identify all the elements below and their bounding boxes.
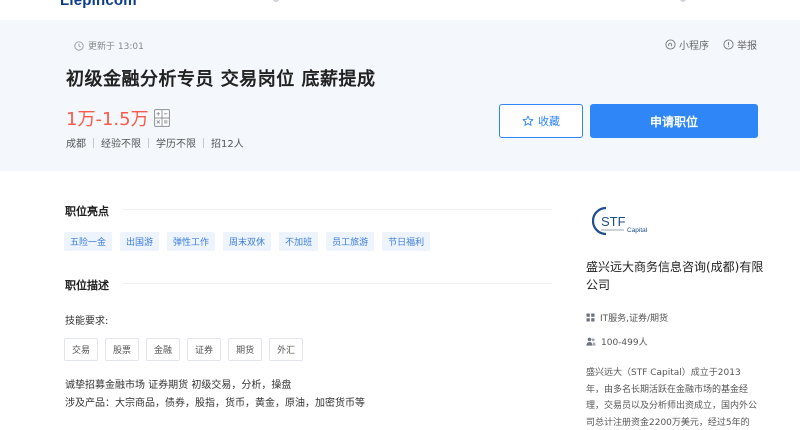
highlight-tag: 不加班 [279,232,319,251]
salary-row: 1万-1.5万 [66,105,170,131]
apply-button[interactable]: 申请职位 [590,104,758,138]
skills-label: 技能要求: [65,316,109,327]
nav-dot [680,0,686,2]
skill-tag: 外汇 [269,338,304,361]
description-title: 职位描述 [65,279,109,292]
highlight-tag: 节日福利 [382,232,431,251]
job-experience: 经验不限 [101,139,141,150]
description-line: 涉及产品：大宗商品，债券，股指，货币，黄金，原油，加密货币等 [65,398,365,409]
job-headcount: 招12人 [211,139,244,150]
site-logo[interactable]: Liepincom [60,0,176,12]
salary: 1万-1.5万 [66,109,149,130]
industry-icon [586,313,595,322]
company-logo-sub: Capital [627,227,648,234]
skill-tag: 期货 [228,338,263,361]
report-label: 举报 [737,41,757,52]
skill-tags: 交易 股票 金融 证券 期货 外汇 [64,338,304,361]
job-location: 成都 [66,139,86,150]
company-industry-text: IT服务,证券/期货 [600,314,669,324]
favorite-button[interactable]: 收藏 [499,104,583,138]
divider [203,137,204,148]
star-icon [522,115,534,126]
mini-program-label: 小程序 [679,41,709,52]
highlight-tag: 弹性工作 [167,232,216,251]
highlight-tag: 周末双休 [223,232,272,251]
highlights-title: 职位亮点 [65,205,109,218]
company-size: 100-499人 [586,335,648,348]
company-name[interactable]: 盛兴远大商务信息咨询(成都)有限公司 [586,258,766,294]
mini-program-link[interactable]: 小程序 [665,37,709,52]
report-link[interactable]: 举报 [723,37,757,52]
skill-tag: 交易 [64,338,99,361]
mini-program-icon [665,39,676,50]
nav-dot [273,0,279,2]
company-logo[interactable]: STF Capital [592,204,662,238]
company-description: 盛兴远大（STF Capital）成立于2013年，由多名长期活跃在金融市场的基… [586,368,758,428]
divider [93,137,94,148]
highlight-tag: 五险一金 [64,232,113,251]
skill-tag: 金融 [146,338,181,361]
description-line: 诚挚招募金融市场 证券期货 初级交易，分析，操盘 [65,380,292,391]
job-detail: 职位亮点 五险一金 出国游 弹性工作 周末双休 不加班 员工旅游 节日福利 职位… [0,171,800,430]
header-actions: 小程序 举报 [665,37,757,52]
clock-icon [74,40,84,51]
skill-tag: 股票 [105,338,140,361]
company-size-text: 100-499人 [601,338,648,348]
highlight-tags: 五险一金 出国游 弹性工作 周末双休 不加班 员工旅游 节日福利 [64,232,431,251]
job-education: 学历不限 [156,139,196,150]
section-divider [122,209,552,210]
favorite-label: 收藏 [538,115,560,128]
section-divider [122,283,552,284]
job-header: 更新于 13:01 小程序 举报 初级金融分析专员 交易岗位 底薪提成 1万-1… [0,20,800,171]
job-title: 初级金融分析专员 交易岗位 底薪提成 [66,69,376,90]
skill-tag: 证券 [187,338,222,361]
people-icon [586,337,596,346]
job-meta: 成都 经验不限 学历不限 招12人 [66,135,244,150]
site-logo-text: Liepincom [60,0,137,9]
company-logo-text: STF [601,214,626,229]
highlight-tag: 出国游 [120,232,160,251]
logo-dot [158,0,176,6]
calculator-icon[interactable] [153,109,170,127]
update-time-text: 更新于 13:01 [88,42,144,52]
top-bar: Liepincom [0,0,800,20]
highlight-tag: 员工旅游 [326,232,375,251]
divider [148,137,149,148]
job-description: 诚挚招募金融市场 证券期货 初级交易，分析，操盘 涉及产品：大宗商品，债券，股指… [65,377,365,413]
company-industry: IT服务,证券/期货 [586,311,668,324]
update-time: 更新于 13:01 [74,39,144,52]
report-icon [723,39,734,50]
